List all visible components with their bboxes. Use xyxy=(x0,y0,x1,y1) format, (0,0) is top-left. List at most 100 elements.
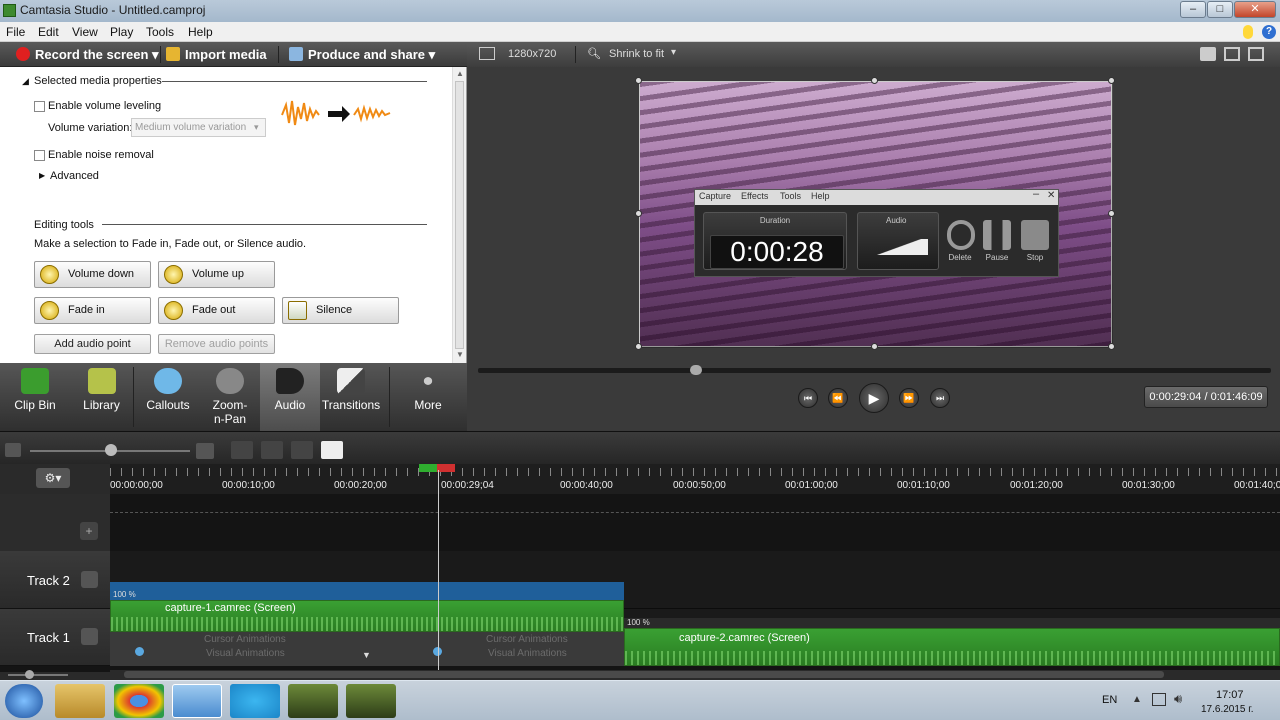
hand-tool-icon[interactable] xyxy=(1200,47,1216,61)
clock-date[interactable]: 17.6.2015 г. xyxy=(1201,704,1253,715)
preview-seek-bar[interactable] xyxy=(478,365,1271,375)
clip-1[interactable]: capture-1.camrec (Screen) xyxy=(110,600,624,632)
resize-handle[interactable] xyxy=(871,343,878,350)
volume-up-button[interactable]: Volume up xyxy=(158,261,275,288)
track-height-slider[interactable] xyxy=(8,674,68,676)
volume-variation-select[interactable]: Medium volume variation ▾ xyxy=(131,118,266,137)
scroll-up-icon[interactable]: ▲ xyxy=(456,69,464,78)
remove-audio-points-button[interactable]: Remove audio points xyxy=(158,334,275,354)
zoom-out-icon[interactable] xyxy=(5,443,21,457)
resize-handle[interactable] xyxy=(1108,210,1115,217)
menu-view[interactable]: View xyxy=(72,25,98,39)
stop-recording-icon[interactable] xyxy=(1021,220,1049,250)
skip-to-start-icon[interactable]: ⏮ xyxy=(798,388,818,408)
split-icon[interactable] xyxy=(261,441,283,459)
close-button[interactable]: ✕ xyxy=(1234,1,1276,18)
recorder-minimize-icon[interactable]: – xyxy=(1033,188,1039,200)
canvas-dimensions[interactable]: 1280x720 xyxy=(508,48,556,60)
clip-1-header[interactable]: 100 % xyxy=(110,582,624,600)
import-media-button[interactable]: Import media xyxy=(166,46,267,63)
skip-to-end-icon[interactable]: ⏭ xyxy=(930,388,950,408)
timeline-horizontal-scrollbar[interactable] xyxy=(110,670,1280,680)
menu-edit[interactable]: Edit xyxy=(38,25,59,39)
resize-handle[interactable] xyxy=(871,77,878,84)
zoom-slider-thumb[interactable] xyxy=(105,444,117,456)
media-player-icon[interactable] xyxy=(172,684,222,718)
tab-transitions[interactable]: Transitions xyxy=(320,363,382,431)
volume-leveling-checkbox[interactable] xyxy=(34,101,45,112)
resize-handle[interactable] xyxy=(1108,343,1115,350)
add-audio-point-button[interactable]: Add audio point xyxy=(34,334,151,354)
volume-down-button[interactable]: Volume down xyxy=(34,261,151,288)
fade-in-button[interactable]: Fade in xyxy=(34,297,151,324)
chevron-down-icon[interactable]: ▾ xyxy=(671,47,676,58)
crop-tool-icon[interactable] xyxy=(1224,47,1240,61)
resize-handle[interactable] xyxy=(635,77,642,84)
tab-callouts[interactable]: Callouts xyxy=(134,363,202,431)
minimize-button[interactable]: – xyxy=(1180,1,1206,18)
start-button-icon[interactable] xyxy=(5,684,43,718)
clip-2-header[interactable]: 100 % xyxy=(624,618,1280,628)
menu-help[interactable]: Help xyxy=(188,25,213,39)
marker-triangle-icon[interactable]: ▼ xyxy=(362,650,371,660)
silence-button[interactable]: Silence xyxy=(282,297,399,324)
resize-handle[interactable] xyxy=(635,210,642,217)
recorder-menu-help[interactable]: Help xyxy=(811,191,830,201)
recorder-menu-effects[interactable]: Effects xyxy=(741,191,768,201)
produce-share-button[interactable]: Produce and share ▾ xyxy=(289,46,435,63)
advanced-toggle[interactable]: Advanced xyxy=(50,170,99,182)
fade-out-button[interactable]: Fade out xyxy=(158,297,275,324)
playhead-line[interactable] xyxy=(438,470,439,670)
zoom-select[interactable]: Shrink to fit xyxy=(609,48,664,60)
volume-icon[interactable]: 🔊︎ xyxy=(1174,691,1182,707)
audio-level-slider[interactable] xyxy=(872,239,928,255)
fast-forward-icon[interactable]: ⏩ xyxy=(899,388,919,408)
language-indicator[interactable]: EN xyxy=(1102,694,1117,706)
scroll-down-icon[interactable]: ▼ xyxy=(456,350,464,359)
lock-icon[interactable] xyxy=(81,628,98,645)
camtasia-recorder-icon[interactable] xyxy=(346,684,396,718)
explorer-icon[interactable] xyxy=(55,684,105,718)
tab-more[interactable]: More xyxy=(392,363,464,431)
scrollbar-thumb[interactable] xyxy=(455,81,464,349)
skype-icon[interactable] xyxy=(230,684,280,718)
gear-icon[interactable]: ⚙▾ xyxy=(36,468,70,488)
scrollbar-thumb[interactable] xyxy=(124,671,1164,678)
track-2-header[interactable]: Track 2 xyxy=(0,551,110,609)
rewind-icon[interactable]: ⏪ xyxy=(828,388,848,408)
camtasia-studio-icon[interactable] xyxy=(288,684,338,718)
cut-icon[interactable] xyxy=(231,441,253,459)
action-center-icon[interactable] xyxy=(1152,693,1166,706)
seek-thumb[interactable] xyxy=(690,365,702,375)
copy-icon[interactable] xyxy=(291,441,313,459)
tip-bulb-icon[interactable] xyxy=(1243,25,1253,39)
animation-keyframe[interactable] xyxy=(135,647,144,656)
add-track-icon[interactable]: + xyxy=(80,522,98,540)
tab-audio[interactable]: Audio xyxy=(260,363,320,431)
recorder-menu-tools[interactable]: Tools xyxy=(780,191,801,201)
track-1-header[interactable]: Track 1 xyxy=(0,609,110,666)
clip-2[interactable]: capture-2.camrec (Screen) xyxy=(624,628,1280,666)
collapse-arrow-icon[interactable]: ◢ xyxy=(22,76,29,87)
resize-handle[interactable] xyxy=(1108,77,1115,84)
record-screen-button[interactable]: Record the screen ▾ xyxy=(16,46,159,63)
tab-zoom-n-pan[interactable]: Zoom-n-Pan xyxy=(202,363,258,431)
menu-play[interactable]: Play xyxy=(110,25,133,39)
noise-removal-checkbox[interactable] xyxy=(34,150,45,161)
paste-icon[interactable] xyxy=(321,441,343,459)
delete-recording-icon[interactable] xyxy=(947,220,975,250)
resize-handle[interactable] xyxy=(635,343,642,350)
recorder-close-icon[interactable]: ✕ xyxy=(1047,190,1055,201)
fullscreen-icon[interactable] xyxy=(1248,47,1264,61)
help-icon[interactable]: ? xyxy=(1262,25,1276,39)
canvas-dimensions-icon[interactable] xyxy=(479,47,495,60)
properties-scrollbar[interactable]: ▲ ▼ xyxy=(452,67,466,363)
lock-icon[interactable] xyxy=(81,571,98,588)
pause-recording-icon[interactable] xyxy=(983,220,1011,250)
tab-clip-bin[interactable]: Clip Bin xyxy=(0,363,70,431)
tray-expand-icon[interactable]: ▲ xyxy=(1132,694,1142,705)
tab-library[interactable]: Library xyxy=(70,363,133,431)
maximize-button[interactable]: □ xyxy=(1207,1,1233,18)
play-icon[interactable]: ▶ xyxy=(859,383,889,413)
chrome-icon[interactable] xyxy=(114,684,164,718)
